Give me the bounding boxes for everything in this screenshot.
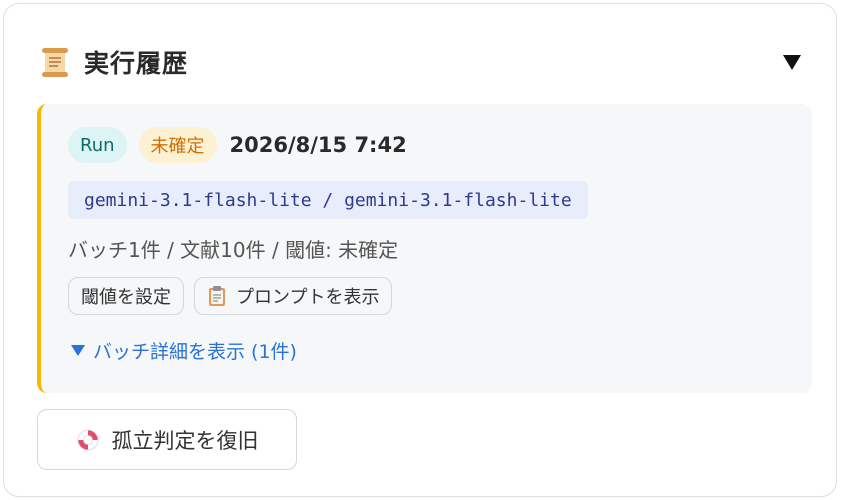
model-chip: gemini-3.1-flash-lite / gemini-3.1-flash… (68, 181, 588, 219)
collapse-triangle-icon (783, 55, 801, 70)
run-meta-row: Run 未確定 2026/8/15 7:42 (68, 126, 407, 164)
collapse-toggle[interactable] (778, 48, 806, 76)
set-threshold-label: 閾値を設定 (81, 287, 171, 308)
scroll-icon (42, 48, 68, 77)
batch-details-toggle[interactable]: バッチ詳細を表示 (1件) (71, 337, 297, 364)
show-prompt-button[interactable]: プロンプトを表示 (194, 277, 393, 315)
run-history-panel: 実行履歴 Run 未確定 2026/8/15 7:42 gemini-3.1-f… (3, 3, 837, 497)
expand-triangle-icon (71, 345, 85, 356)
run-type-badge: Run (68, 127, 127, 163)
show-prompt-label: プロンプトを表示 (236, 287, 380, 308)
panel-header: 実行履歴 (40, 44, 806, 80)
run-actions: 閾値を設定 プロンプトを表示 (68, 276, 393, 316)
batch-details-label: バッチ詳細を表示 (1件) (93, 341, 297, 363)
run-summary: バッチ1件 / 文献10件 / 閾値: 未確定 (68, 238, 399, 262)
restore-orphan-button[interactable]: 孤立判定を復旧 (37, 409, 297, 470)
run-datetime: 2026/8/15 7:42 (229, 133, 407, 157)
restore-orphan-label: 孤立判定を復旧 (111, 428, 259, 453)
status-badge: 未確定 (138, 127, 217, 163)
clipboard-icon (209, 286, 225, 306)
panel-title: 実行履歴 (84, 49, 189, 78)
lifebuoy-icon (77, 429, 98, 450)
set-threshold-button[interactable]: 閾値を設定 (68, 277, 184, 315)
run-card: Run 未確定 2026/8/15 7:42 gemini-3.1-flash-… (37, 104, 812, 393)
